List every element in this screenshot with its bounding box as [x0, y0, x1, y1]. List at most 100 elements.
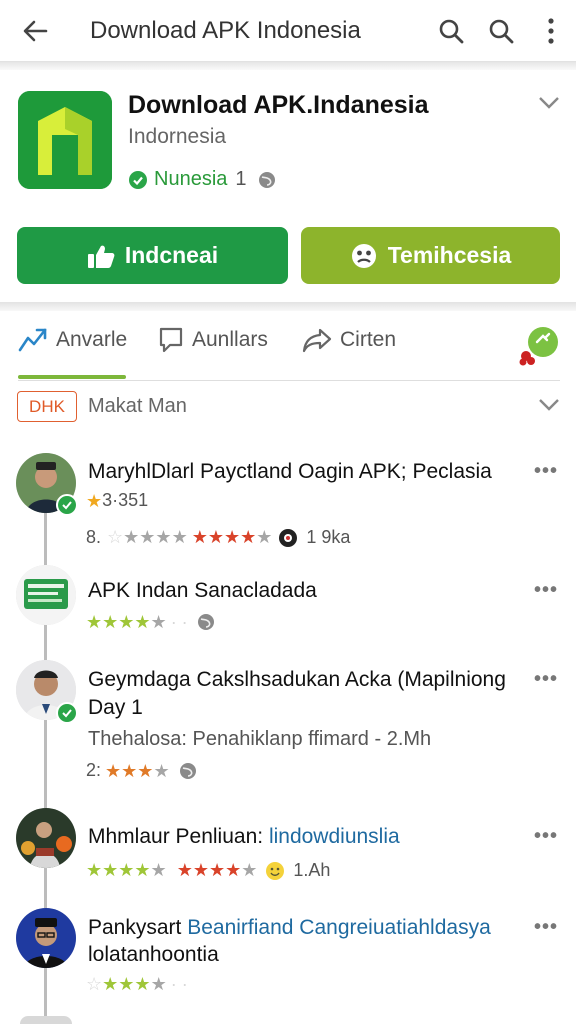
meta-count: 1 9ka	[306, 527, 351, 547]
item-title-text: Pankysart	[88, 916, 182, 939]
secondary-action-button[interactable]: Temihcesia	[301, 227, 560, 284]
chevron-down-icon	[539, 97, 559, 109]
item-more-button[interactable]: •••	[534, 668, 558, 691]
item-title: Mhmlaur Penliuan: lindowdiunslia	[88, 823, 400, 851]
item-more-button[interactable]: •••	[534, 460, 558, 483]
rating-stars: ★★★★	[86, 612, 151, 632]
tab-bar-divider	[18, 380, 560, 381]
developer-link[interactable]: Nunesia 1	[128, 168, 277, 191]
smiley-icon	[266, 861, 285, 880]
more-horizontal-icon: •••	[534, 460, 559, 482]
badge-icon	[519, 327, 558, 366]
face-icon	[350, 242, 378, 270]
tab-cirten[interactable]: Cirten	[302, 326, 396, 354]
app-header: Download APK.Indanesia Indornesia Nunesi…	[0, 70, 576, 210]
filter-row[interactable]: DHK Makat Man	[0, 390, 576, 426]
rating-stars-b: ★★★★★	[176, 860, 258, 880]
item-rating: ★★★★ ★ · ·	[86, 612, 216, 632]
star-icon: ★	[86, 490, 103, 511]
item-rating: ★★★★★ ★★★★★ 1.Ah	[86, 860, 330, 881]
thumbs-up-icon	[87, 243, 115, 269]
tab-label: Cirten	[340, 328, 397, 351]
chat-icon	[158, 326, 184, 354]
item-title-text: Mhmlaur Penliuan:	[88, 825, 264, 848]
meta-count: 1.Ah	[293, 860, 331, 880]
more-vertical-icon	[548, 17, 554, 44]
more-horizontal-icon: •••	[534, 825, 559, 847]
item-title-line2[interactable]: lolatanhoontia	[88, 941, 219, 969]
emoji-icon	[279, 528, 298, 547]
item-rating: 2: ★★★ ★	[86, 760, 198, 781]
rating-stars-b: ★★★★★	[191, 527, 273, 547]
item-more-button[interactable]: •••	[534, 825, 558, 848]
install-button[interactable]: Indcneai	[17, 227, 288, 284]
more-horizontal-icon: •••	[534, 916, 559, 938]
developer-name: Nunesia	[154, 168, 228, 190]
avatar-partial	[20, 1016, 72, 1024]
active-tab-indicator	[18, 375, 126, 379]
tab-bar: Anvarle Aunllars Cirten	[0, 318, 576, 382]
meta-prefix: 8.	[86, 527, 102, 547]
search-icon	[489, 19, 514, 43]
tab-label: Anvarle	[56, 328, 128, 351]
feed-item[interactable]: APK Indan Sanacladada ★★★★ ★ · · •••	[0, 565, 576, 650]
item-title-line2: Day 1	[88, 696, 143, 719]
chevron-down-icon	[539, 399, 559, 411]
developer-count: 1	[235, 168, 247, 190]
back-arrow-icon	[23, 20, 48, 41]
item-subtitle: Thehalosa: Penahiklanp ffimard - 2.Mh	[88, 728, 432, 750]
item-more-button[interactable]: •••	[534, 579, 558, 602]
check-icon	[62, 501, 72, 510]
share-icon	[302, 326, 332, 354]
top-app-bar: Download APK Indonesia	[0, 0, 576, 62]
check-icon	[62, 709, 72, 718]
notification-badge[interactable]	[518, 326, 562, 366]
filter-label: Makat Man	[88, 395, 187, 417]
tab-anvarle[interactable]: Anvarle	[18, 326, 127, 354]
expand-chevron[interactable]	[538, 96, 560, 115]
verified-icon	[129, 170, 147, 189]
feed-item[interactable]: MaryhlDlarl Payctland Oagin APK; Peclasi…	[0, 450, 576, 560]
secondary-action-label: Temihcesia	[387, 242, 512, 268]
toolbar-shadow	[0, 62, 576, 70]
item-title-link[interactable]: lindowdiunslia	[269, 825, 400, 848]
globe-icon	[179, 762, 196, 779]
trending-icon	[18, 326, 48, 354]
globe-icon	[258, 171, 275, 188]
section-divider	[0, 302, 576, 311]
rating-value: 3·351	[102, 490, 149, 510]
tab-label: Aunllars	[192, 328, 268, 351]
globe-icon	[197, 614, 214, 630]
item-more-button[interactable]: •••	[534, 916, 558, 939]
page-title: Download APK Indonesia	[90, 16, 361, 44]
avatar	[16, 565, 76, 625]
search-button[interactable]	[426, 0, 476, 62]
app-logo	[18, 91, 112, 189]
filter-dropdown[interactable]	[538, 398, 560, 417]
item-title: MaryhlDlarl Payctland Oagin APK; Peclasi…	[88, 460, 492, 483]
back-button[interactable]	[0, 0, 70, 62]
install-button-label: Indcneai	[124, 242, 219, 268]
tab-aunllars[interactable]: Aunllars	[158, 326, 268, 354]
feed-item[interactable]: Geymdaga Cakslhsadukan Acka (Mapilniong …	[0, 658, 576, 793]
app-subtitle: Indornesia	[128, 125, 227, 148]
item-meta: 8. ☆★★★★ ★★★★★ 1 9ka	[86, 527, 350, 548]
item-title-link[interactable]: Beanirfiand Cangreiuatiahldasya	[187, 916, 491, 939]
rating-stars-a: ★★★★★	[86, 860, 167, 880]
rating-stars: ☆	[86, 974, 103, 994]
item-title: APK Indan Sanacladada	[88, 579, 317, 602]
filter-tag: DHK	[17, 391, 77, 422]
more-horizontal-icon: •••	[534, 579, 559, 601]
verified-badge	[56, 494, 78, 516]
meta-prefix: 2:	[86, 760, 102, 780]
feed-item[interactable]: Pankysart Beanirfiand Cangreiuatiahldasy…	[0, 908, 576, 1008]
rating-stars: ★★★	[105, 760, 154, 781]
search-button-2[interactable]	[476, 0, 526, 62]
item-title-line1: Pankysart Beanirfiand Cangreiuatiahldasy…	[88, 914, 491, 942]
rating-stars-a: ☆★★★★	[107, 527, 188, 547]
overflow-menu-button[interactable]	[526, 0, 576, 62]
search-icon	[439, 19, 464, 43]
item-title-line1: Geymdaga Cakslhsadukan Acka (Mapilniong	[88, 668, 506, 691]
item-rating: ★ 3·351	[86, 490, 148, 511]
feed-item[interactable]: Mhmlaur Penliuan: lindowdiunslia ★★★★★ ★…	[0, 805, 576, 900]
